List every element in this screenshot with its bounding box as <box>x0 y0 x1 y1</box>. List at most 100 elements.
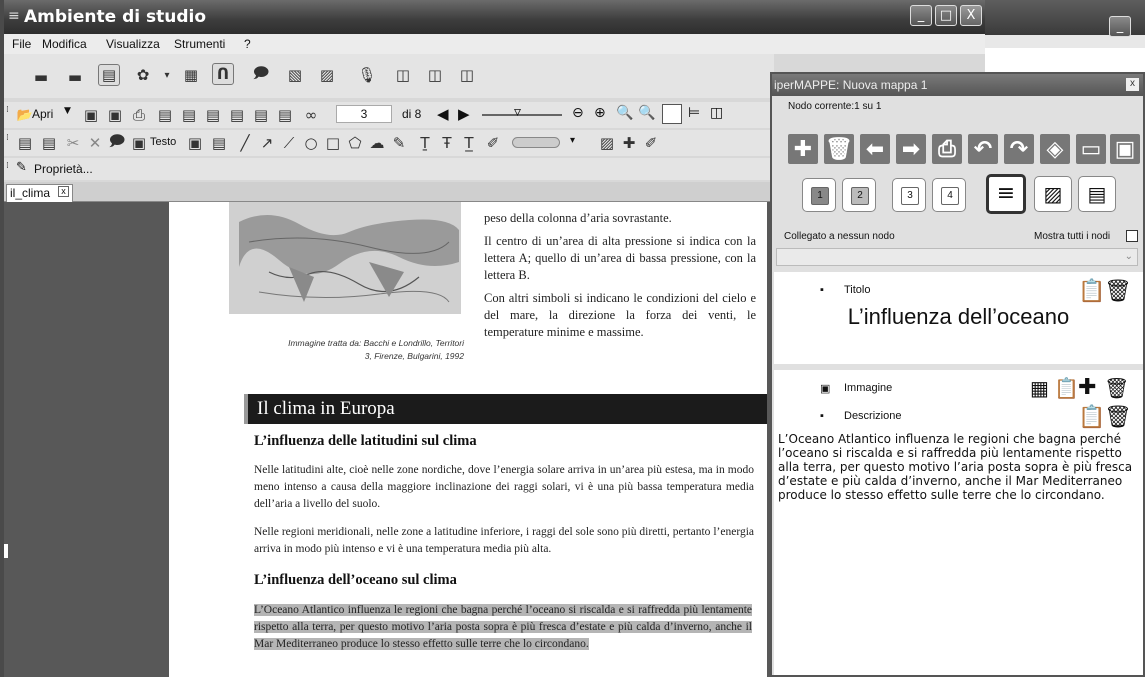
image-select-icon[interactable]: ▦ <box>1030 376 1049 401</box>
stamp-icon[interactable]: ▤ <box>208 132 230 154</box>
title-bar[interactable]: ≡ Ambiente di studio _ □ X <box>4 0 989 34</box>
chevron-down-icon[interactable]: ⌄ <box>1125 251 1133 262</box>
chevron-down-icon[interactable]: ▾ <box>156 64 178 86</box>
panel-close-button[interactable]: x <box>1126 78 1139 91</box>
trash-icon[interactable]: 🗑 <box>1104 376 1129 401</box>
chevron-down-icon[interactable]: ▼ <box>64 106 71 116</box>
image-view-icon[interactable]: ▨ <box>1034 176 1072 212</box>
page-number-input[interactable]: 3 <box>336 105 392 123</box>
gear-icon[interactable]: ✿ <box>132 64 154 86</box>
polyline-icon[interactable]: ⟋ <box>278 132 300 154</box>
cut-icon[interactable]: ✂ <box>62 132 84 154</box>
level-3-button[interactable]: 3 <box>892 178 926 212</box>
ellipse-icon[interactable]: ○ <box>300 132 322 154</box>
next-page-icon[interactable]: ▶ <box>458 105 470 123</box>
document-icon[interactable]: ▤ <box>98 64 120 86</box>
splitter-handle[interactable] <box>4 544 8 558</box>
system-menu-icon[interactable]: ≡ <box>8 8 20 24</box>
panel-title-bar[interactable]: iperMAPPE: Nuova mappa 1 x <box>772 74 1143 96</box>
highlighted-text[interactable]: L’Oceano Atlantico influenza le regioni … <box>254 604 752 650</box>
zoom-slider[interactable] <box>482 114 562 116</box>
page-icon[interactable]: ▤ <box>274 104 296 126</box>
line-icon[interactable]: ╱ <box>234 132 256 154</box>
maximize-button[interactable]: □ <box>935 5 957 26</box>
paste-icon[interactable]: 📋 <box>1078 278 1105 304</box>
window-icon[interactable]: ◫ <box>424 64 446 86</box>
trash-icon[interactable]: 🗑 <box>1104 278 1132 304</box>
properties-button[interactable]: Proprietà... <box>34 162 93 176</box>
copy-icon[interactable]: ▤ <box>14 132 36 154</box>
pencil-icon[interactable]: ✎ <box>388 132 410 154</box>
textbox-icon[interactable]: ▣ <box>128 132 150 154</box>
arrow-right-icon[interactable]: ➡ <box>896 134 926 164</box>
window-icon[interactable]: ◫ <box>456 64 478 86</box>
magnifier-icon[interactable]: 🔍 <box>616 105 633 121</box>
speech-icon[interactable]: 🗩 <box>250 64 272 86</box>
menu-strumenti[interactable]: Strumenti <box>174 37 225 51</box>
curve-icon[interactable]: ᑎ <box>212 63 234 85</box>
node-select[interactable]: ⌄ <box>776 248 1138 266</box>
tab-close-icon[interactable]: x <box>58 186 70 197</box>
delete-icon[interactable]: ✕ <box>84 132 106 154</box>
menu-file[interactable]: File <box>12 37 31 51</box>
paste-icon[interactable]: 📋 <box>1054 376 1079 401</box>
page-icon[interactable]: ▤ <box>202 104 224 126</box>
text-tool-icon[interactable]: Ṯ <box>414 132 436 154</box>
show-all-checkbox[interactable] <box>1126 230 1138 242</box>
open-label[interactable]: Apri <box>32 107 53 121</box>
redo-icon[interactable]: ↷ <box>1004 134 1034 164</box>
export-icon[interactable]: ▨ <box>316 64 338 86</box>
menu-help[interactable]: ? <box>244 37 251 51</box>
grid-icon[interactable]: ▦ <box>180 64 202 86</box>
minus-icon[interactable]: ▬ <box>30 66 52 88</box>
level-4-button[interactable]: 4 <box>932 178 966 212</box>
comment-icon[interactable]: 🗩 <box>106 132 128 154</box>
window-icon[interactable]: ▭ <box>1076 134 1106 164</box>
pin-icon[interactable]: ✚ <box>618 132 640 154</box>
save-as-icon[interactable]: ▣ <box>104 104 126 126</box>
text-label[interactable]: Testo <box>150 136 176 148</box>
text-view-icon[interactable]: ≡ <box>986 174 1026 214</box>
node-title-value[interactable]: L’influenza dell’oceano <box>774 304 1143 330</box>
minimize-button[interactable]: _ <box>1109 16 1131 37</box>
link-icon[interactable]: ∞ <box>300 104 322 126</box>
mixed-view-icon[interactable]: ▤ <box>1078 176 1116 212</box>
zoom-in-icon[interactable]: ⊕ <box>594 105 606 121</box>
eraser-icon[interactable]: ✐ <box>640 132 662 154</box>
trash-icon[interactable]: 🗑 <box>824 134 854 164</box>
underline-icon[interactable]: T̲ <box>458 132 480 154</box>
menu-visualizza[interactable]: Visualizza <box>106 37 160 51</box>
rectangle-icon[interactable]: □ <box>322 132 344 154</box>
polygon-icon[interactable]: ⬠ <box>344 132 366 154</box>
screen-icon[interactable]: ▣ <box>1110 134 1140 164</box>
menu-modifica[interactable]: Modifica <box>42 37 87 51</box>
paste-icon[interactable]: ▤ <box>38 132 60 154</box>
strikethrough-icon[interactable]: Ŧ <box>436 132 458 154</box>
page-icon[interactable]: ▤ <box>226 104 248 126</box>
background-window-titlebar[interactable]: _ <box>985 0 1145 48</box>
level-2-button[interactable]: 2 <box>842 178 876 212</box>
add-icon[interactable]: ✚ <box>1078 374 1096 400</box>
page-icon[interactable]: ▤ <box>154 104 176 126</box>
minus-icon[interactable]: ▬ <box>64 66 86 88</box>
minimize-button[interactable]: _ <box>910 5 932 26</box>
undo-icon[interactable]: ↶ <box>968 134 998 164</box>
arrow-left-icon[interactable]: ⬅ <box>860 134 890 164</box>
two-pages-icon[interactable]: ◫ <box>710 105 723 121</box>
tab-il-clima[interactable]: il_clima x <box>6 184 74 202</box>
fit-page-icon[interactable] <box>662 104 682 124</box>
add-node-icon[interactable]: ✚ <box>788 134 818 164</box>
attach-icon[interactable]: ▨ <box>596 132 618 154</box>
export-txt-icon[interactable]: ▧ <box>284 64 306 86</box>
previous-page-icon[interactable]: ◀ <box>437 105 449 123</box>
stamp-preview[interactable] <box>512 137 560 148</box>
level-1-button[interactable]: 1 <box>802 178 836 212</box>
eraser-icon[interactable]: ◈ <box>1040 134 1070 164</box>
save-icon[interactable]: ▣ <box>80 104 102 126</box>
trash-icon[interactable]: 🗑 <box>1104 404 1132 430</box>
window-icon[interactable]: ◫ <box>392 64 414 86</box>
zoom-out-icon[interactable]: ⊖ <box>572 105 584 121</box>
zoom-slider-handle[interactable]: ▿ <box>514 104 521 120</box>
fit-width-icon[interactable]: ⊨ <box>688 105 700 121</box>
highlighted-paragraph[interactable]: L’Oceano Atlantico influenza le regioni … <box>254 602 752 653</box>
